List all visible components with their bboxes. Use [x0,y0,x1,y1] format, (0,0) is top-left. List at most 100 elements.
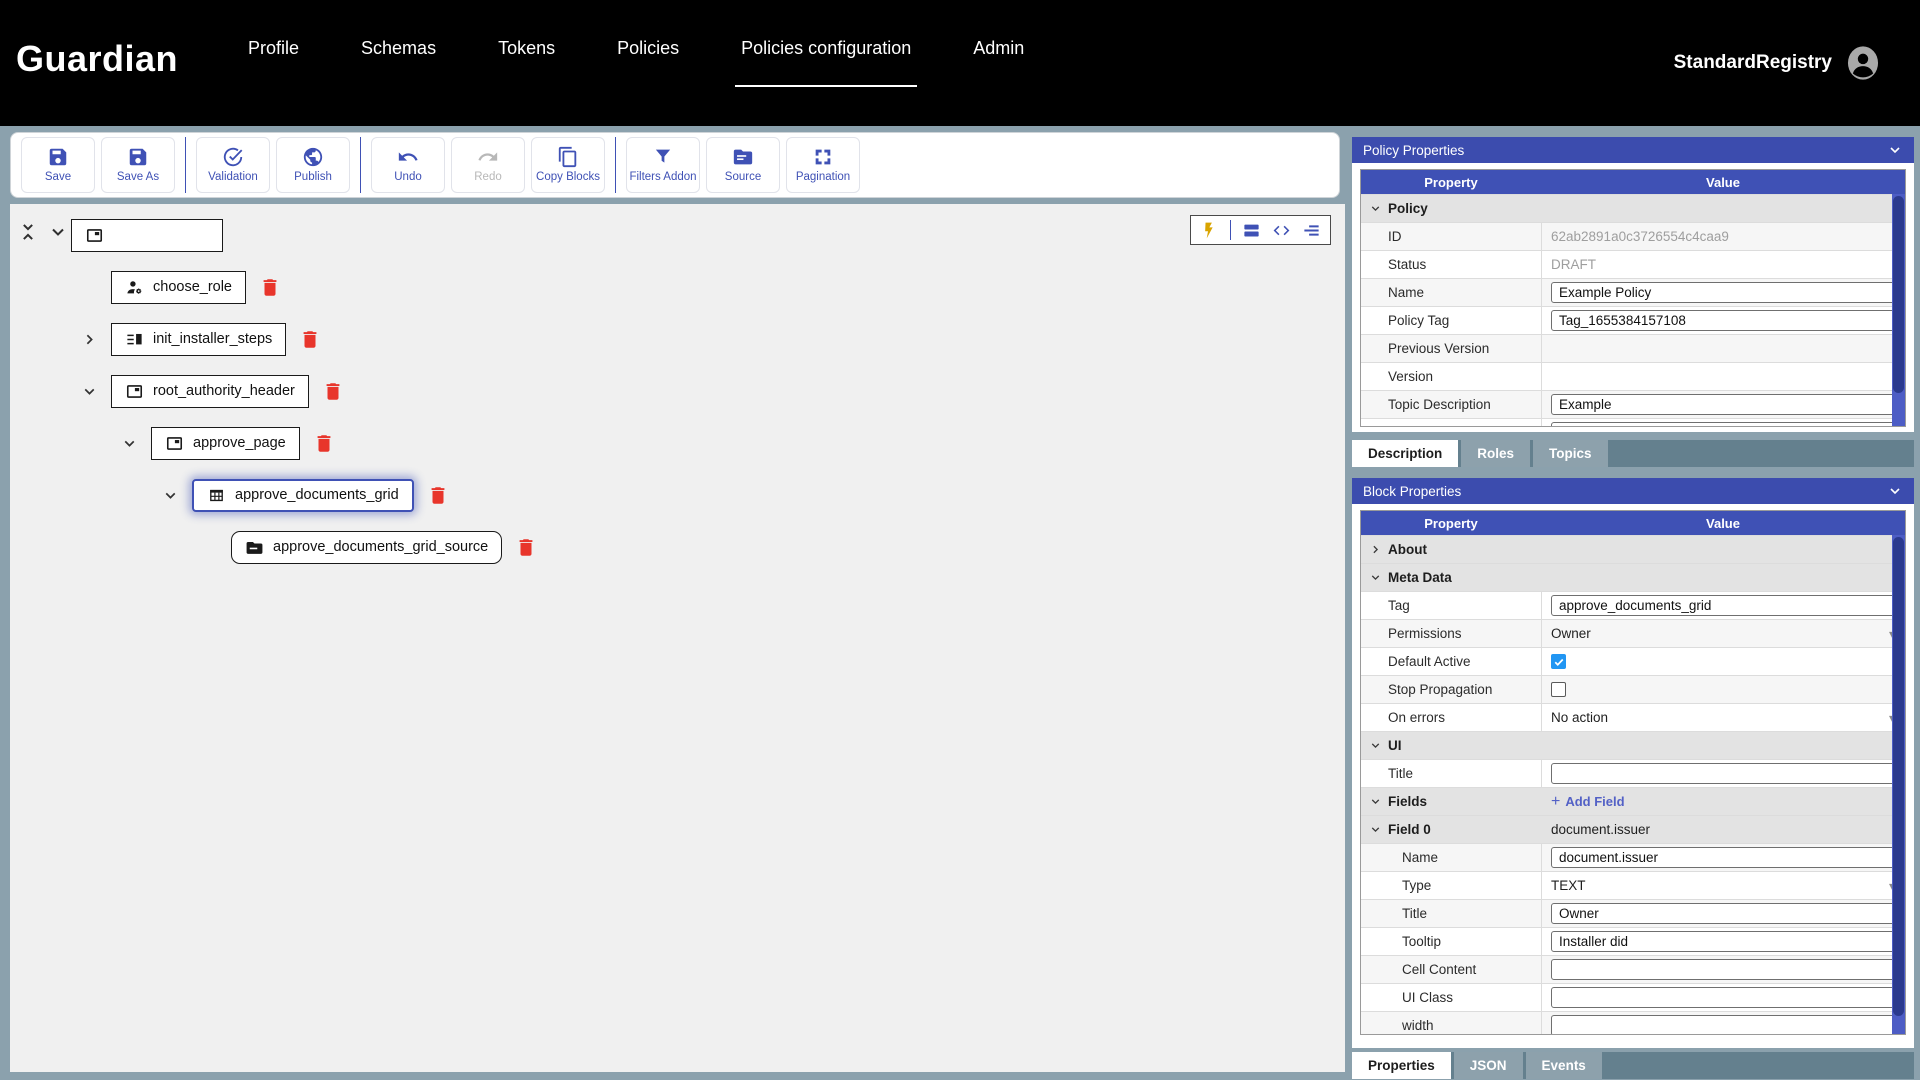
group-value: document.issuer [1541,816,1905,843]
tree-node-label: approve_page [193,435,286,451]
save-icon [47,146,69,168]
property-label: Name [1361,844,1541,871]
group-label-text: Meta Data [1388,570,1452,585]
tree-node-approve-documents-grid[interactable]: approve_documents_grid [192,479,414,512]
filters-addon-button[interactable]: Filters Addon [626,137,700,193]
name-input[interactable] [1551,282,1896,303]
name-input[interactable] [1551,847,1896,868]
property-label: Cell Content [1361,956,1541,983]
nav-item-tokens[interactable]: Tokens [498,38,555,59]
policy-tab-roles[interactable]: Roles [1461,440,1530,467]
publish-icon [302,146,324,168]
scrollbar[interactable] [1892,535,1905,1034]
copy-blocks-button[interactable]: Copy Blocks [531,137,605,193]
policy-tag-input[interactable] [1551,310,1896,331]
chevron-down-icon[interactable] [1369,823,1382,836]
property-row-policy-tag: Policy Tag [1361,306,1905,334]
cell-content-input[interactable] [1551,959,1896,980]
chevron-down-icon[interactable] [1369,571,1382,584]
tag-input[interactable] [1551,595,1896,616]
block-properties-header[interactable]: Block Properties [1352,478,1914,504]
property-row-topic-description: Topic Description [1361,390,1905,418]
nav-item-admin[interactable]: Admin [973,38,1024,59]
policy-tab-description[interactable]: Description [1352,440,1458,467]
chevron-spacer [81,278,111,296]
delete-block-button[interactable] [299,328,321,351]
stop-propagation-checkbox[interactable] [1551,682,1566,697]
avatar-icon[interactable] [1844,44,1882,82]
property-label: Version [1361,363,1541,390]
tree-node-approve-page[interactable]: approve_page [151,427,300,460]
policy-properties-header[interactable]: Policy Properties [1352,137,1914,163]
add-field-button[interactable]: +Add Field [1551,793,1625,811]
chevron-right-icon[interactable] [81,330,111,348]
tree-node-label: approve_documents_grid [235,487,399,503]
code-icon[interactable] [1272,221,1291,240]
property-value [1541,984,1905,1011]
property-label: Tag [1361,592,1541,619]
chevron-down-icon[interactable] [1369,795,1382,808]
delete-block-button[interactable] [427,484,449,507]
title-input[interactable] [1551,763,1896,784]
username: StandardRegistry [1674,52,1832,74]
scrollbar[interactable] [1892,194,1905,426]
property-label: Previous Version [1361,335,1541,362]
delete-block-button[interactable] [259,276,281,299]
validation-button[interactable]: Validation [196,137,270,193]
delete-block-button[interactable] [313,432,335,455]
policy-properties-title: Policy Properties [1363,143,1464,158]
editor-tab-events[interactable]: Events [1526,1052,1602,1079]
collapse-all-icon[interactable] [18,222,38,242]
width-input[interactable] [1551,1015,1896,1035]
delete-block-button[interactable] [322,380,344,403]
chevron-right-icon[interactable] [1369,543,1382,556]
policy-tab-topics[interactable]: Topics [1533,440,1608,467]
chevron-down-icon[interactable] [1369,739,1382,752]
nav-item-policies-configuration[interactable]: Policies configuration [741,38,911,59]
group-label-text: About [1388,542,1427,557]
value-input[interactable] [1551,422,1896,427]
tree-node-approve-documents-grid-source[interactable]: approve_documents_grid_source [231,531,502,564]
chevron-down-icon[interactable] [1887,483,1903,499]
title-input[interactable] [1551,903,1896,924]
flash-icon[interactable] [1200,221,1219,240]
validation-icon [222,146,244,168]
editor-tab-json[interactable]: JSON [1454,1052,1523,1079]
chevron-down-icon[interactable] [162,486,192,504]
undo-button[interactable]: Undo [371,137,445,193]
tree-node-init-installer-steps[interactable]: init_installer_steps [111,323,286,356]
nav-item-policies[interactable]: Policies [617,38,679,59]
ui-class-input[interactable] [1551,987,1896,1008]
chevron-down-icon[interactable] [1887,142,1903,158]
group-label-text: Field 0 [1388,822,1431,837]
topic-description-input[interactable] [1551,394,1896,415]
nav-item-schemas[interactable]: Schemas [361,38,436,59]
tooltip-input[interactable] [1551,931,1896,952]
default-active-checkbox[interactable] [1551,654,1566,669]
property-row-status: StatusDRAFT [1361,250,1905,278]
tree-icon[interactable] [1302,221,1321,240]
nav-item-profile[interactable]: Profile [248,38,299,59]
save-button[interactable]: Save [21,137,95,193]
publish-button[interactable]: Publish [276,137,350,193]
property-row-cell-content: Cell Content [1361,955,1905,983]
blocks-icon[interactable] [1242,221,1261,240]
editor-tab-properties[interactable]: Properties [1352,1052,1451,1079]
chevron-down-icon[interactable] [121,434,151,452]
tree-node-label: init_installer_steps [153,331,272,347]
tree-node-root-authority-header[interactable]: root_authority_header [111,375,309,408]
table-header: Property Value [1361,170,1905,194]
block-properties-panel: Block Properties Property Value AboutMet… [1352,478,1914,1048]
chevron-down-icon[interactable] [81,382,111,400]
source-button[interactable]: Source [706,137,780,193]
tree-node-label: root_authority_header [153,383,295,399]
pagination-button[interactable]: Pagination [786,137,860,193]
tree-node-item[interactable] [71,219,223,252]
tree-row: choose_role [81,270,281,304]
chevron-down-icon[interactable] [1369,202,1382,215]
delete-block-button[interactable] [515,536,537,559]
button-label: Publish [294,171,332,184]
save-as-button[interactable]: Save As [101,137,175,193]
policy-canvas: choose_role init_installer_steps root_auth… [10,204,1345,1072]
tree-node-choose-role[interactable]: choose_role [111,271,246,304]
